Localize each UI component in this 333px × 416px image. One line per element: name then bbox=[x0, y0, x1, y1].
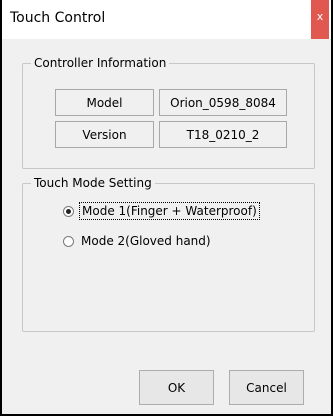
version-label: Version bbox=[55, 121, 154, 148]
window-title: Touch Control bbox=[10, 10, 106, 26]
mode-1-option[interactable]: Mode 1(Finger + Waterproof) bbox=[63, 202, 260, 220]
mode-1-radio[interactable] bbox=[63, 205, 74, 217]
title-bar[interactable]: Touch Control x bbox=[2, 0, 331, 39]
controller-information-group: Controller Information Model Orion_0598_… bbox=[22, 56, 315, 169]
touch-mode-setting-group: Touch Mode Setting Mode 1(Finger + Water… bbox=[22, 176, 315, 332]
touch-mode-setting-legend: Touch Mode Setting bbox=[31, 176, 155, 190]
ok-button[interactable]: OK bbox=[139, 370, 214, 405]
controller-information-legend: Controller Information bbox=[31, 56, 170, 70]
mode-1-label[interactable]: Mode 1(Finger + Waterproof) bbox=[79, 202, 260, 220]
close-icon: x bbox=[316, 10, 324, 23]
touch-control-dialog: Touch Control x Controller Information M… bbox=[0, 0, 333, 416]
version-value: T18_0210_2 bbox=[159, 121, 287, 148]
mode-2-label[interactable]: Mode 2(Gloved hand) bbox=[81, 234, 211, 248]
cancel-button[interactable]: Cancel bbox=[229, 370, 304, 405]
mode-2-radio[interactable] bbox=[63, 235, 74, 247]
model-value: Orion_0598_8084 bbox=[159, 89, 287, 116]
mode-2-option[interactable]: Mode 2(Gloved hand) bbox=[63, 234, 211, 248]
model-label: Model bbox=[55, 89, 154, 116]
close-button[interactable]: x bbox=[311, 0, 329, 39]
